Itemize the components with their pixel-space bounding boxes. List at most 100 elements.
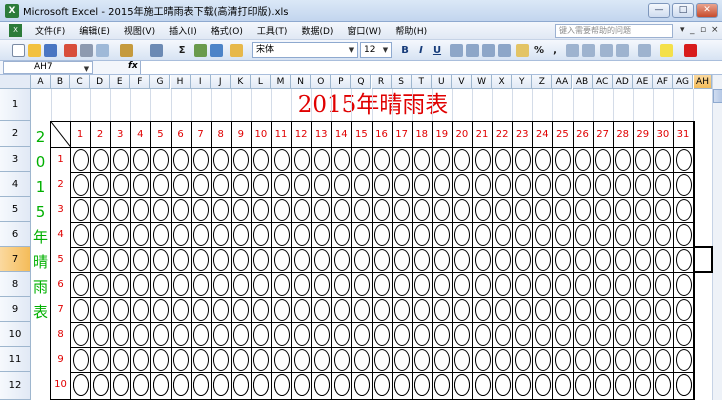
font-color-icon[interactable] bbox=[684, 44, 697, 57]
weather-oval[interactable] bbox=[353, 224, 370, 246]
menu-help[interactable]: 帮助(H) bbox=[388, 24, 434, 37]
weather-oval[interactable] bbox=[434, 174, 451, 196]
weather-oval[interactable] bbox=[534, 224, 551, 246]
weather-oval[interactable] bbox=[575, 299, 591, 321]
weather-oval[interactable] bbox=[193, 224, 210, 246]
weather-oval[interactable] bbox=[675, 324, 692, 346]
weather-oval[interactable] bbox=[72, 249, 89, 271]
column-header[interactable]: B bbox=[51, 75, 70, 89]
weather-oval[interactable] bbox=[434, 374, 451, 396]
weather-oval[interactable] bbox=[635, 374, 652, 396]
weather-oval[interactable] bbox=[394, 299, 411, 321]
weather-oval[interactable] bbox=[454, 374, 471, 396]
weather-oval[interactable] bbox=[273, 149, 290, 171]
weather-oval[interactable] bbox=[333, 174, 350, 196]
weather-oval[interactable] bbox=[313, 174, 330, 196]
weather-oval[interactable] bbox=[112, 249, 129, 271]
paste-icon[interactable] bbox=[120, 44, 133, 57]
weather-oval[interactable] bbox=[575, 199, 591, 221]
scroll-thumb[interactable] bbox=[713, 89, 722, 103]
weather-oval[interactable] bbox=[554, 149, 571, 171]
weather-oval[interactable] bbox=[534, 274, 551, 296]
weather-oval[interactable] bbox=[414, 199, 431, 221]
weather-oval[interactable] bbox=[595, 249, 612, 271]
weather-oval[interactable] bbox=[72, 374, 89, 396]
menu-tools[interactable]: 工具(T) bbox=[250, 24, 295, 37]
weather-oval[interactable] bbox=[494, 249, 511, 271]
weather-oval[interactable] bbox=[635, 324, 652, 346]
weather-oval[interactable] bbox=[353, 374, 370, 396]
weather-oval[interactable] bbox=[374, 174, 390, 196]
weather-oval[interactable] bbox=[333, 199, 350, 221]
row-header-selected[interactable]: 7 bbox=[0, 247, 31, 272]
weather-oval[interactable] bbox=[414, 299, 431, 321]
weather-oval[interactable] bbox=[675, 199, 692, 221]
weather-oval[interactable] bbox=[635, 349, 652, 371]
weather-oval[interactable] bbox=[353, 349, 370, 371]
weather-oval[interactable] bbox=[514, 174, 531, 196]
weather-oval[interactable] bbox=[615, 349, 632, 371]
weather-oval[interactable] bbox=[374, 274, 390, 296]
weather-oval[interactable] bbox=[575, 324, 591, 346]
percent-button[interactable]: % bbox=[532, 43, 546, 58]
currency-icon[interactable] bbox=[516, 44, 529, 57]
weather-oval[interactable] bbox=[554, 349, 571, 371]
doc-restore-button[interactable]: ▫ bbox=[700, 25, 706, 35]
menu-format[interactable]: 格式(O) bbox=[204, 24, 250, 37]
weather-oval[interactable] bbox=[655, 324, 672, 346]
undo-icon[interactable] bbox=[150, 44, 163, 57]
weather-oval[interactable] bbox=[514, 299, 531, 321]
weather-oval[interactable] bbox=[454, 174, 471, 196]
weather-oval[interactable] bbox=[293, 299, 310, 321]
weather-oval[interactable] bbox=[554, 324, 571, 346]
weather-oval[interactable] bbox=[554, 249, 571, 271]
merge-center-icon[interactable] bbox=[498, 44, 511, 57]
weather-oval[interactable] bbox=[514, 374, 531, 396]
weather-oval[interactable] bbox=[152, 174, 169, 196]
weather-oval[interactable] bbox=[193, 274, 210, 296]
weather-oval[interactable] bbox=[233, 149, 250, 171]
weather-oval[interactable] bbox=[233, 349, 250, 371]
weather-oval[interactable] bbox=[132, 249, 149, 271]
weather-oval[interactable] bbox=[534, 249, 551, 271]
column-header[interactable]: S bbox=[391, 75, 412, 89]
underline-button[interactable]: U bbox=[430, 43, 444, 58]
align-center-icon[interactable] bbox=[466, 44, 479, 57]
weather-oval[interactable] bbox=[92, 199, 109, 221]
weather-oval[interactable] bbox=[494, 274, 511, 296]
weather-oval[interactable] bbox=[394, 374, 411, 396]
weather-oval[interactable] bbox=[595, 374, 612, 396]
weather-oval[interactable] bbox=[595, 224, 612, 246]
weather-oval[interactable] bbox=[534, 349, 551, 371]
weather-oval[interactable] bbox=[394, 149, 411, 171]
weather-oval[interactable] bbox=[374, 249, 390, 271]
row-header[interactable]: 9 bbox=[0, 297, 31, 322]
weather-oval[interactable] bbox=[635, 299, 652, 321]
row-header[interactable]: 6 bbox=[0, 222, 31, 247]
weather-oval[interactable] bbox=[434, 249, 451, 271]
weather-oval[interactable] bbox=[273, 274, 290, 296]
weather-oval[interactable] bbox=[474, 374, 491, 396]
column-header[interactable]: Z bbox=[532, 75, 553, 89]
weather-oval[interactable] bbox=[374, 299, 390, 321]
autosum-icon[interactable]: Σ bbox=[175, 43, 189, 58]
column-header[interactable]: P bbox=[331, 75, 352, 89]
weather-oval[interactable] bbox=[112, 349, 129, 371]
column-header[interactable]: V bbox=[451, 75, 472, 89]
weather-oval[interactable] bbox=[554, 199, 571, 221]
menu-data[interactable]: 数据(D) bbox=[294, 24, 340, 37]
weather-oval[interactable] bbox=[213, 324, 230, 346]
weather-oval[interactable] bbox=[474, 299, 491, 321]
weather-oval[interactable] bbox=[273, 199, 290, 221]
select-all-corner[interactable] bbox=[0, 75, 31, 89]
weather-oval[interactable] bbox=[414, 349, 431, 371]
weather-oval[interactable] bbox=[615, 199, 632, 221]
weather-oval[interactable] bbox=[132, 149, 149, 171]
weather-oval[interactable] bbox=[514, 249, 531, 271]
doc-minimize-button[interactable]: _ bbox=[690, 25, 695, 35]
weather-oval[interactable] bbox=[92, 174, 109, 196]
weather-oval[interactable] bbox=[655, 149, 672, 171]
weather-oval[interactable] bbox=[253, 374, 270, 396]
weather-oval[interactable] bbox=[494, 299, 511, 321]
decrease-decimal-icon[interactable] bbox=[582, 44, 595, 57]
